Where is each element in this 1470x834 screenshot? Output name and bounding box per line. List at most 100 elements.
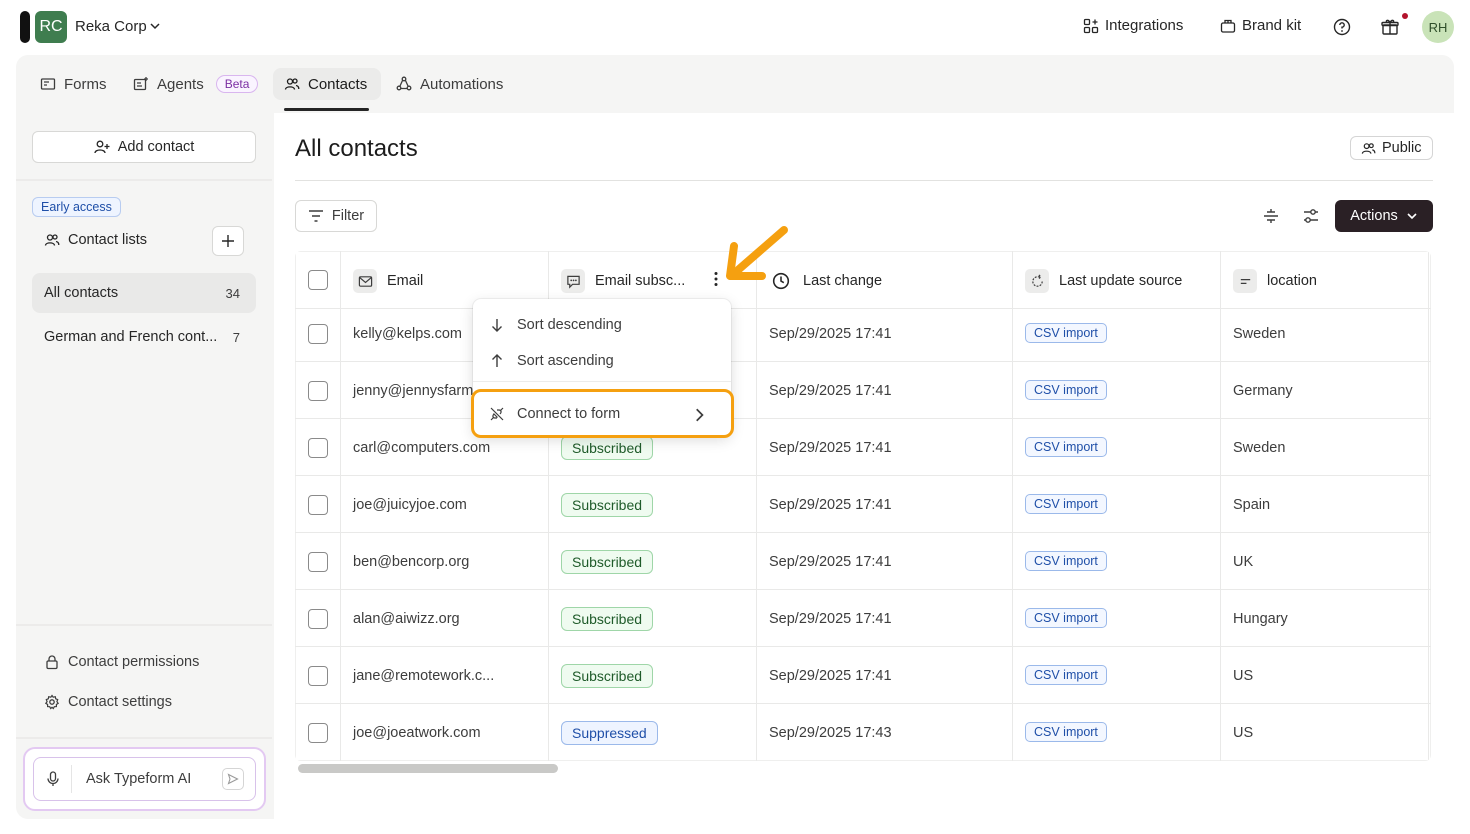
row-checkbox[interactable] (308, 552, 328, 572)
mail-icon (353, 269, 377, 293)
ask-ai-input[interactable]: Ask Typeform AI (33, 757, 256, 801)
cell-email: jane@remotework.c... (353, 668, 495, 684)
add-contact-label: Add contact (117, 139, 195, 155)
sidebar-item-all-contacts[interactable]: All contacts 34 (32, 273, 256, 313)
typeform-logo[interactable] (20, 11, 30, 43)
source-badge: CSV import (1025, 722, 1107, 742)
page-title: All contacts (295, 135, 418, 162)
column-header-email-subscription[interactable]: Email subsc... (561, 269, 685, 293)
arrow-down-icon (492, 319, 502, 332)
tab-contacts[interactable]: Contacts (273, 68, 381, 100)
filter-icon (308, 210, 323, 222)
highlight-annotation (471, 389, 734, 438)
select-all-checkbox[interactable] (308, 270, 328, 290)
column-divider (756, 251, 757, 761)
row-height-icon[interactable] (1262, 207, 1280, 225)
row-checkbox[interactable] (308, 609, 328, 629)
row-checkbox[interactable] (308, 723, 328, 743)
sort-descending-item[interactable]: Sort descending (473, 307, 731, 343)
public-button[interactable]: Public (1350, 136, 1433, 160)
row-checkbox[interactable] (308, 666, 328, 686)
org-name[interactable]: Reka Corp (75, 18, 147, 35)
user-avatar[interactable]: RH (1422, 11, 1454, 43)
row-divider (295, 532, 1431, 533)
integrations-link[interactable]: Integrations (1083, 17, 1183, 34)
org-avatar[interactable]: RC (35, 11, 67, 43)
plus-icon (222, 235, 234, 247)
menu-divider (473, 381, 731, 382)
contact-lists-heading: Contact lists (44, 232, 147, 248)
top-bar: RC Reka Corp Integrations Brand kit RH (0, 0, 1470, 55)
column-divider (340, 251, 341, 761)
column-header-last-update-source[interactable]: Last update source (1025, 269, 1182, 293)
subscription-badge: Subscribed (561, 664, 654, 688)
list-item-count: 7 (232, 329, 240, 345)
cell-last-change: Sep/29/2025 17:41 (769, 611, 892, 627)
sort-descending-label: Sort descending (517, 317, 622, 333)
send-icon (227, 773, 239, 785)
chat-icon (561, 269, 585, 293)
cell-location: US (1233, 668, 1254, 684)
tab-agents[interactable]: Agents Beta (123, 68, 268, 100)
chevron-down-icon[interactable] (149, 20, 161, 32)
row-checkbox[interactable] (308, 324, 328, 344)
tab-forms[interactable]: Forms (30, 68, 117, 100)
source-badge: CSV import (1025, 494, 1107, 514)
contact-permissions-link[interactable]: Contact permissions (44, 654, 199, 670)
cell-last-change: Sep/29/2025 17:41 (769, 668, 892, 684)
list-item-count: 34 (225, 285, 240, 301)
actions-button[interactable]: Actions (1335, 200, 1433, 232)
cell-last-change: Sep/29/2025 17:41 (769, 383, 892, 399)
row-divider (295, 361, 1431, 362)
forms-icon (40, 78, 56, 90)
source-badge: CSV import (1025, 323, 1107, 343)
sidebar-item-german-french[interactable]: German and French cont... 7 (32, 317, 256, 357)
automations-icon (396, 76, 412, 91)
arrow-annotation-icon (726, 226, 788, 280)
horizontal-scrollbar[interactable] (298, 764, 558, 773)
gear-icon (44, 694, 60, 710)
sidebar-divider (16, 737, 272, 739)
cell-last-change: Sep/29/2025 17:41 (769, 326, 892, 342)
main-nav: Forms Agents Beta Contacts Automations (16, 55, 1454, 113)
column-header-location[interactable]: location (1233, 269, 1317, 293)
tab-agents-label: Agents (157, 75, 204, 93)
column-menu-icon[interactable] (714, 271, 718, 287)
subscription-badge: Suppressed (561, 721, 658, 745)
beta-badge: Beta (215, 75, 259, 93)
agents-icon (133, 77, 148, 91)
help-icon[interactable] (1332, 17, 1352, 37)
send-button[interactable] (222, 768, 244, 790)
contacts-icon (1361, 142, 1376, 154)
sort-ascending-item[interactable]: Sort ascending (473, 343, 731, 379)
column-header-label: Email (387, 273, 424, 289)
cell-email: joe@joeatwork.com (353, 725, 481, 741)
cell-email: carl@computers.com (353, 440, 491, 456)
contact-settings-link[interactable]: Contact settings (44, 694, 172, 710)
column-divider (1012, 251, 1013, 761)
add-contact-button[interactable]: Add contact (32, 131, 256, 163)
add-list-button[interactable] (212, 226, 244, 256)
row-divider (295, 646, 1431, 647)
filter-button[interactable]: Filter (295, 200, 377, 232)
row-checkbox[interactable] (308, 438, 328, 458)
row-checkbox[interactable] (308, 381, 328, 401)
cell-location: Germany (1233, 383, 1293, 399)
refresh-icon (1025, 269, 1049, 293)
title-divider (295, 180, 1433, 181)
microphone-button[interactable] (34, 765, 72, 793)
integrations-label: Integrations (1105, 17, 1184, 34)
tab-automations[interactable]: Automations (386, 68, 513, 100)
column-header-email[interactable]: Email (353, 269, 423, 293)
list-item-label: German and French cont... (44, 329, 218, 345)
notification-dot (1402, 13, 1408, 19)
column-divider (1220, 251, 1221, 761)
cell-last-change: Sep/29/2025 17:41 (769, 497, 892, 513)
cell-last-change: Sep/29/2025 17:43 (769, 725, 892, 741)
brand-kit-link[interactable]: Brand kit (1220, 17, 1301, 34)
cell-location: Sweden (1233, 440, 1286, 456)
public-label: Public (1382, 140, 1422, 156)
sliders-icon[interactable] (1302, 207, 1320, 225)
gift-icon[interactable] (1380, 17, 1400, 37)
row-checkbox[interactable] (308, 495, 328, 515)
